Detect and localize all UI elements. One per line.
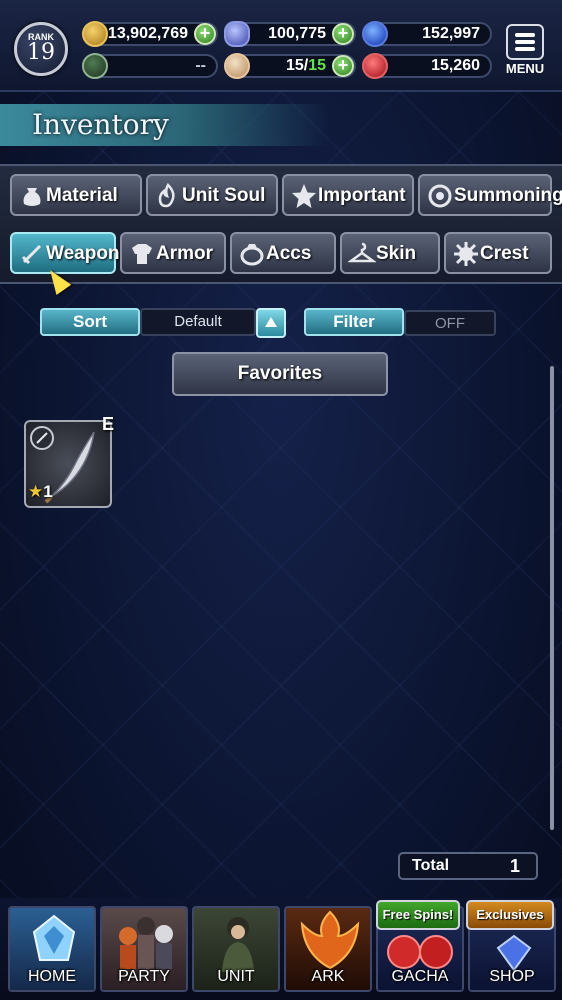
tab-summoning[interactable]: Summoning — [418, 174, 562, 216]
add-gold-button[interactable]: + — [194, 23, 216, 45]
nav-unit[interactable]: UNIT — [192, 906, 280, 992]
sort-value[interactable]: Default — [140, 308, 256, 336]
rank-badge[interactable]: RANK 19 — [14, 22, 68, 76]
item-grade: E — [102, 414, 115, 434]
stamina-current: 15 — [285, 57, 304, 74]
gold-counter: 13,902,769 + — [82, 21, 218, 47]
tab-important[interactable]: Important — [282, 174, 414, 216]
filter-value[interactable]: OFF — [404, 310, 496, 336]
tab-label: Accs — [266, 243, 312, 264]
stamina-icon — [224, 53, 250, 79]
gacha-orbs-icon — [387, 935, 453, 969]
total-count: Total 1 — [398, 852, 538, 880]
tab-label: Material — [46, 185, 118, 206]
tab-label: Crest — [480, 243, 529, 264]
nav-label: PARTY — [118, 968, 170, 985]
stamina-max: 15 — [308, 57, 326, 74]
star-icon — [292, 184, 316, 208]
hanger-icon — [348, 242, 376, 263]
inventory-scrollbar[interactable] — [550, 366, 554, 830]
nav-ark[interactable]: ARK — [284, 906, 372, 992]
crest-icon — [454, 242, 478, 266]
summon-stone-icon — [428, 184, 452, 208]
sword-type-icon — [30, 426, 54, 450]
triangle-up-icon — [265, 317, 277, 327]
free-spins-badge[interactable]: Free Spins! — [376, 900, 460, 930]
tab-material[interactable]: Material — [10, 174, 142, 216]
blue-orb-value: 152,997 — [422, 25, 480, 42]
ring-icon — [240, 244, 264, 266]
page-title: Inventory — [32, 108, 169, 141]
phoenix-icon — [300, 910, 360, 970]
red-orb-counter: 15,260 — [362, 53, 492, 79]
blue-orb-counter: 152,997 — [362, 21, 492, 47]
top-status-bar: RANK 19 13,902,769 + 100,775 + 152,997 -… — [0, 0, 562, 92]
page-title-banner: Inventory — [0, 104, 330, 146]
compass-icon — [82, 53, 108, 79]
rank-value: 19 — [27, 40, 55, 65]
gold-coin-icon — [82, 21, 108, 47]
sack-icon — [23, 188, 41, 206]
category-tab-panel: Material Unit Soul Important Summoning W… — [0, 164, 562, 284]
menu-button[interactable]: MENU — [500, 24, 550, 80]
add-crystal-button[interactable]: + — [332, 23, 354, 45]
crystal-icon — [224, 21, 250, 47]
crystal-counter: 100,775 + — [224, 21, 356, 47]
tab-crest[interactable]: Crest — [444, 232, 552, 274]
nav-label: GACHA — [391, 968, 449, 985]
item-rarity: ★1 — [28, 482, 53, 502]
flame-icon — [158, 182, 175, 208]
nav-label: HOME — [28, 968, 76, 985]
exclusives-badge[interactable]: Exclusives — [466, 900, 554, 930]
tab-accs[interactable]: Accs — [230, 232, 336, 274]
tab-label: Skin — [376, 243, 417, 264]
total-label: Total — [412, 857, 450, 874]
inventory-item-weapon[interactable]: E ★1 — [24, 414, 114, 508]
tab-label: Weapon — [46, 243, 120, 264]
menu-label: MENU — [505, 61, 545, 76]
red-orb-icon — [362, 53, 388, 79]
party-characters-icon — [119, 917, 173, 969]
tab-label: Summoning — [454, 185, 562, 206]
filter-button[interactable]: Filter — [304, 308, 404, 336]
tab-unit-soul[interactable]: Unit Soul — [146, 174, 278, 216]
tab-label: Important — [318, 185, 406, 206]
sword-icon — [21, 244, 42, 265]
unit-character-icon — [222, 917, 254, 972]
shop-crystal-icon — [496, 934, 532, 972]
crystal-value: 100,775 — [268, 25, 326, 42]
tab-label: Armor — [156, 243, 214, 264]
nav-party[interactable]: PARTY — [100, 906, 188, 992]
nav-label: SHOP — [489, 968, 535, 985]
sort-button[interactable]: Sort — [40, 308, 140, 336]
rarity-value: 1 — [43, 482, 53, 501]
total-value: 1 — [509, 856, 520, 876]
rarity-star-icon: ★ — [28, 482, 44, 501]
stamina-counter: 15/15 + — [224, 53, 356, 79]
nav-home[interactable]: HOME — [8, 906, 96, 992]
armor-icon — [132, 244, 152, 264]
tab-weapon[interactable]: Weapon — [10, 232, 120, 274]
home-crystal-icon — [32, 914, 76, 961]
stamina-value: 15/15 — [286, 57, 326, 75]
mark-counter: -- — [82, 53, 218, 79]
tab-label: Unit Soul — [182, 185, 266, 206]
gold-value: 13,902,769 — [107, 25, 188, 42]
sort-direction-button[interactable] — [256, 308, 286, 338]
mark-value: -- — [195, 57, 206, 74]
red-orb-value: 15,260 — [431, 57, 480, 74]
add-stamina-button[interactable]: + — [332, 55, 354, 77]
favorites-button[interactable]: Favorites — [172, 352, 388, 396]
hamburger-icon — [506, 24, 544, 60]
nav-label: ARK — [311, 968, 345, 985]
nav-label: UNIT — [217, 968, 255, 985]
tab-armor[interactable]: Armor — [120, 232, 226, 274]
tab-skin[interactable]: Skin — [340, 232, 440, 274]
blue-orb-icon — [362, 21, 388, 47]
